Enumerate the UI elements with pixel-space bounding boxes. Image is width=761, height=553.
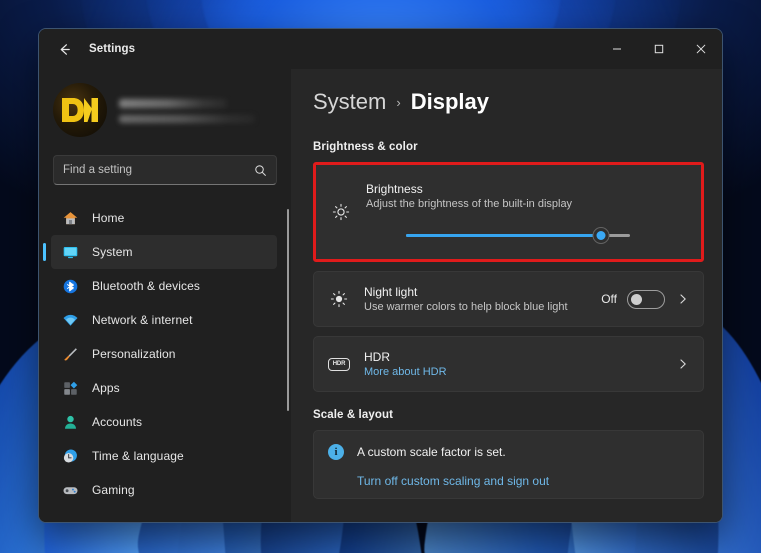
sidebar: Home System	[39, 69, 291, 522]
search-icon	[255, 164, 266, 176]
hdr-card[interactable]: HDR HDR More about HDR	[313, 336, 704, 392]
hdr-link[interactable]: More about HDR	[364, 366, 665, 378]
sidebar-item-time-language[interactable]: Time & language	[51, 439, 277, 473]
sidebar-item-gaming[interactable]: Gaming	[51, 473, 277, 507]
hdr-text: HDR More about HDR	[364, 350, 665, 378]
brightness-sun-icon	[330, 201, 352, 223]
account-email-redacted	[119, 115, 255, 123]
hdr-chevron[interactable]	[677, 358, 689, 370]
slider-thumb[interactable]	[592, 226, 610, 244]
breadcrumb-parent[interactable]: System	[313, 89, 386, 115]
sidebar-item-network-internet[interactable]: Network & internet	[51, 303, 277, 337]
sidebar-item-bluetooth-devices[interactable]: Bluetooth & devices	[51, 269, 277, 303]
desktop-background: Settings Find a setting Home System Blue…	[0, 0, 761, 553]
back-button[interactable]	[49, 35, 79, 63]
hdr-title: HDR	[364, 350, 390, 364]
night-light-text: Night light Use warmer colors to help bl…	[364, 285, 591, 313]
highlight-rectangle: Brightness Adjust the brightness of the …	[313, 162, 704, 262]
sidebar-item-label: Gaming	[92, 483, 135, 497]
night-light-chevron[interactable]	[677, 293, 689, 305]
title-bar: Settings	[39, 29, 722, 69]
sidebar-item-accounts[interactable]: Accounts	[51, 405, 277, 439]
bluetooth-icon	[61, 277, 79, 295]
sidebar-item-label: System	[92, 245, 133, 259]
night-light-title: Night light	[364, 285, 418, 299]
settings-window: Settings Find a setting Home System Blue…	[38, 28, 723, 523]
sidebar-item-label: Bluetooth & devices	[92, 279, 200, 293]
search-input[interactable]	[63, 164, 254, 176]
dm-monogram-icon	[62, 98, 98, 122]
hdr-badge-icon: HDR	[328, 353, 350, 375]
night-light-sun-icon	[328, 288, 350, 310]
paintbrush-icon	[61, 345, 79, 363]
apps-grid-icon	[61, 379, 79, 397]
window-controls	[596, 29, 722, 69]
minimize-icon	[613, 48, 621, 50]
account-name-redacted	[119, 99, 227, 108]
sidebar-item-label: Time & language	[92, 449, 184, 463]
night-light-toggle-area: Off	[601, 289, 665, 309]
breadcrumb-separator-icon: ›	[396, 94, 401, 110]
night-light-card[interactable]: Night light Use warmer colors to help bl…	[313, 271, 704, 327]
search-area	[51, 149, 291, 195]
game-controller-icon	[61, 481, 79, 499]
chevron-right-icon	[680, 359, 686, 369]
page-title: Display	[410, 89, 489, 114]
maximize-button[interactable]	[638, 29, 680, 69]
person-icon	[61, 413, 79, 431]
turn-off-custom-scaling-link[interactable]: Turn off custom scaling and sign out	[328, 474, 689, 488]
monitor-icon	[61, 243, 79, 261]
sidebar-item-label: Home	[92, 211, 125, 225]
close-button[interactable]	[680, 29, 722, 69]
maximize-icon	[654, 44, 664, 54]
sidebar-item-apps[interactable]: Apps	[51, 371, 277, 405]
section-title-scale-layout: Scale & layout	[313, 409, 394, 421]
brightness-title: Brightness	[366, 182, 423, 196]
night-light-toggle-label: Off	[601, 292, 617, 306]
brightness-slider-row	[366, 226, 687, 244]
custom-scale-info-card: i A custom scale factor is set. Turn off…	[313, 430, 704, 499]
main-content: System › Display Brightness & color Brig…	[291, 69, 722, 522]
clock-icon	[61, 447, 79, 465]
sidebar-item-home[interactable]: Home	[51, 201, 277, 235]
sidebar-item-label: Accounts	[92, 415, 143, 429]
app-title: Settings	[89, 43, 136, 55]
brightness-subtitle: Adjust the brightness of the built-in di…	[366, 198, 573, 210]
avatar[interactable]	[53, 83, 107, 137]
brightness-body: Brightness Adjust the brightness of the …	[366, 180, 687, 244]
back-arrow-icon	[60, 43, 70, 55]
account-identity	[119, 97, 255, 123]
minimize-button[interactable]	[596, 29, 638, 69]
account-block[interactable]	[51, 69, 291, 149]
sidebar-item-system[interactable]: System	[43, 235, 277, 269]
home-icon	[61, 209, 79, 227]
sidebar-item-label: Personalization	[92, 347, 176, 361]
sidebar-scrollbar[interactable]	[287, 209, 289, 411]
search-box[interactable]	[53, 155, 277, 185]
hdr-badge-text: HDR	[328, 357, 350, 371]
close-icon	[696, 44, 706, 54]
slider-fill	[406, 233, 601, 237]
sidebar-item-label: Network & internet	[92, 313, 193, 327]
info-message: A custom scale factor is set.	[357, 445, 506, 459]
sidebar-item-personalization[interactable]: Personalization	[51, 337, 277, 371]
wifi-icon	[61, 311, 79, 329]
night-light-subtitle: Use warmer colors to help block blue lig…	[364, 301, 568, 313]
brightness-card[interactable]: Brightness Adjust the brightness of the …	[316, 165, 701, 259]
section-title-brightness-color: Brightness & color	[313, 141, 418, 153]
info-row: i A custom scale factor is set.	[328, 444, 689, 460]
sidebar-nav: Home System Bluetooth & devices Network …	[43, 195, 291, 507]
chevron-right-icon	[680, 294, 686, 304]
sidebar-item-label: Apps	[92, 381, 120, 395]
breadcrumb: System › Display	[313, 89, 704, 115]
info-icon: i	[328, 444, 344, 460]
brightness-slider[interactable]	[406, 226, 630, 244]
night-light-toggle[interactable]	[627, 289, 665, 309]
